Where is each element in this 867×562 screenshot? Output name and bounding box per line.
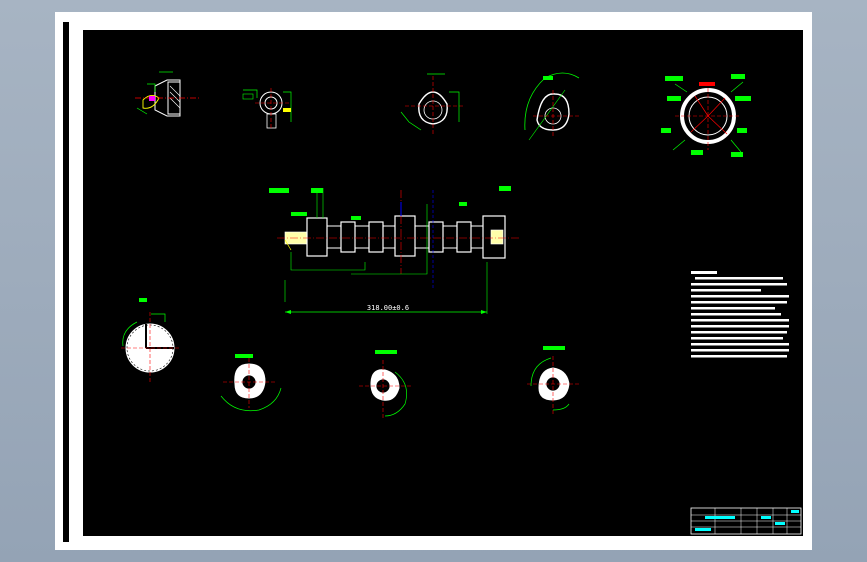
- left-binding-strip: [63, 22, 69, 542]
- drawing-sheet: 318.00±0.6: [55, 12, 812, 550]
- drawing-canvas: 318.00±0.6: [55, 12, 812, 550]
- main-length-dimension: 318.00±0.6: [367, 304, 409, 312]
- technical-requirements: [691, 271, 789, 358]
